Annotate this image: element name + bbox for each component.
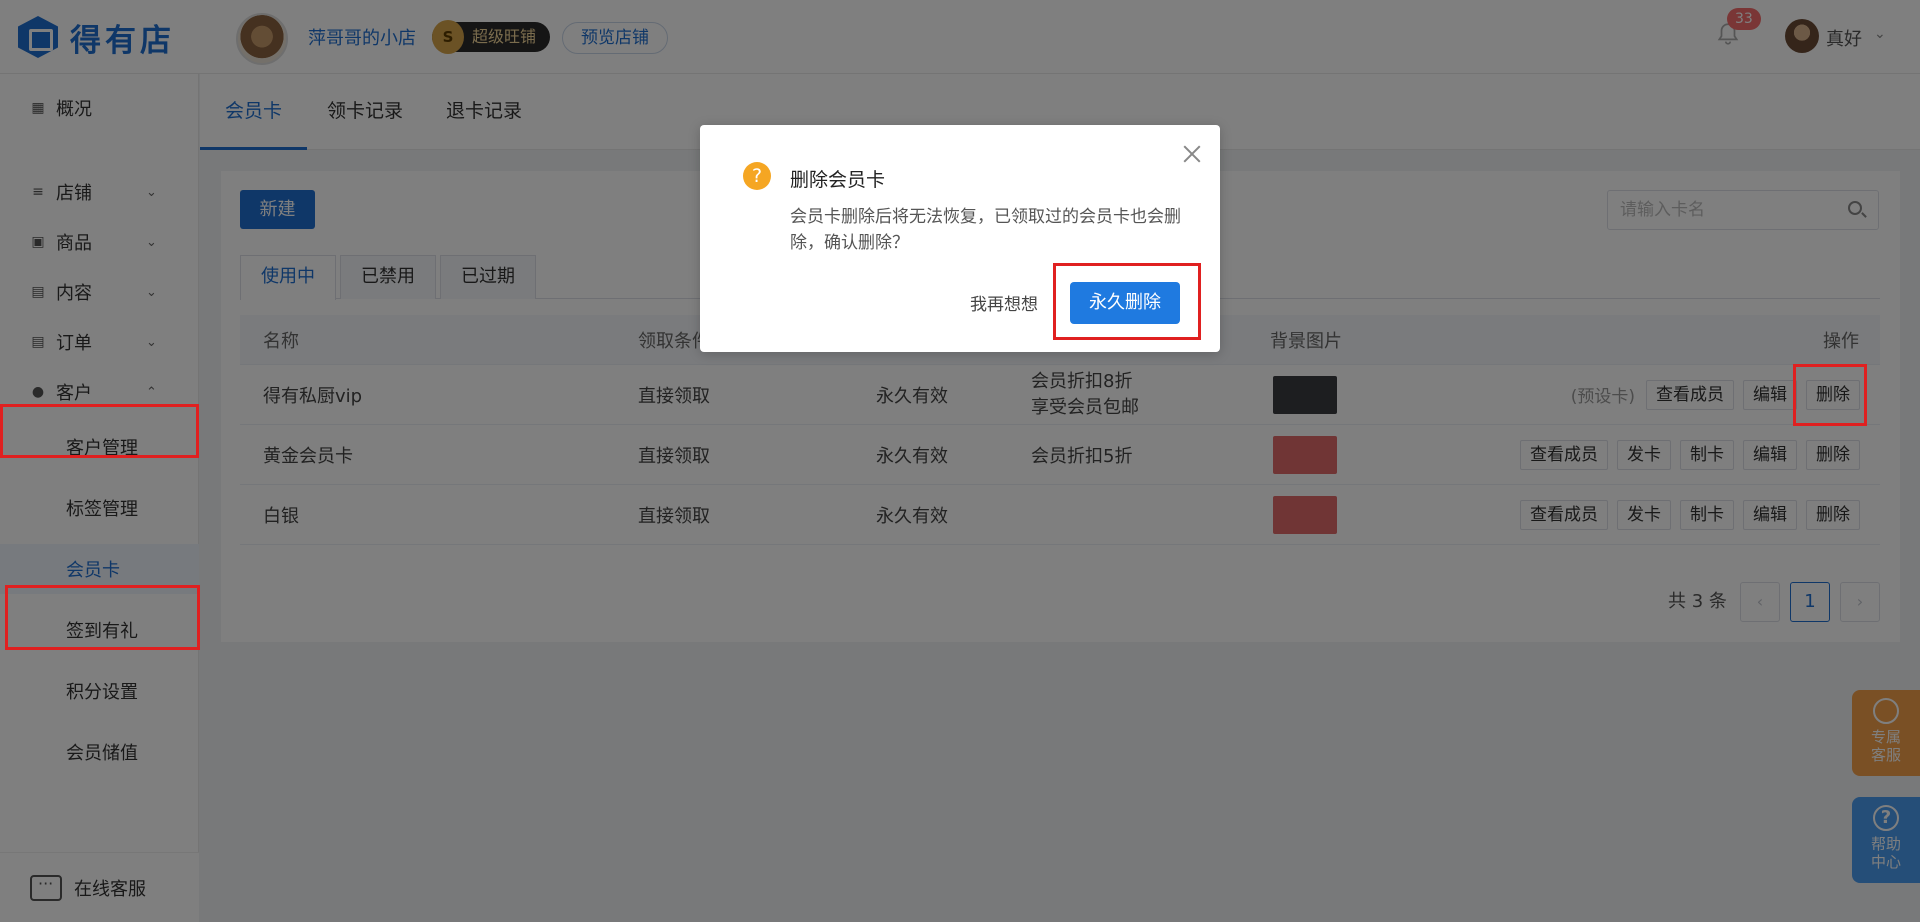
dialog-message: 会员卡删除后将无法恢复，已领取过的会员卡也会删除，确认删除？ — [790, 207, 1181, 253]
question-icon: ? — [743, 162, 771, 190]
close-icon[interactable] — [1182, 144, 1202, 164]
highlight-box-member-card — [5, 585, 200, 650]
cancel-button[interactable]: 我再想想 — [968, 285, 1040, 325]
highlight-box-customers — [0, 404, 199, 458]
highlight-box-confirm — [1053, 263, 1201, 340]
dialog-title: 删除会员卡 — [790, 169, 886, 191]
highlight-box-delete — [1793, 364, 1867, 426]
